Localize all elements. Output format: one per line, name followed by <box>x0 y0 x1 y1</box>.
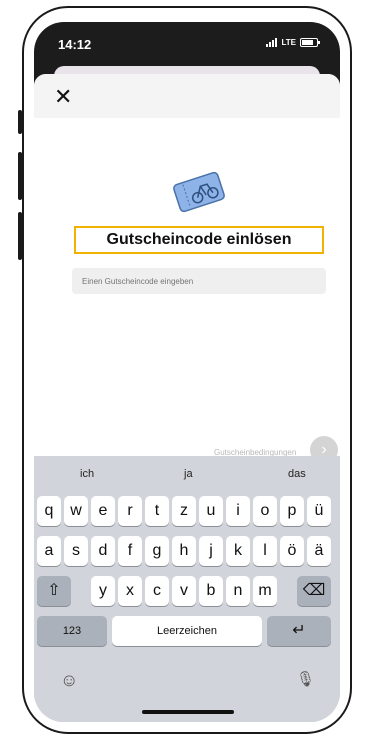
key-a[interactable]: a <box>37 536 61 566</box>
home-indicator[interactable] <box>142 710 234 714</box>
backspace-key[interactable]: ⌫ <box>297 576 331 606</box>
status-time: 14:12 <box>58 37 92 52</box>
signal-icon <box>266 38 278 47</box>
suggestion-item[interactable]: ja <box>184 468 193 480</box>
key-f[interactable]: f <box>118 536 142 566</box>
key-e[interactable]: e <box>91 496 115 526</box>
key-v[interactable]: v <box>172 576 196 606</box>
status-bar: 14:12 LTE <box>34 22 340 68</box>
key-o[interactable]: o <box>253 496 277 526</box>
volume-down-button <box>18 212 22 260</box>
key-y[interactable]: y <box>91 576 115 606</box>
key-j[interactable]: j <box>199 536 223 566</box>
voucher-code-input[interactable] <box>72 268 326 294</box>
key-w[interactable]: w <box>64 496 88 526</box>
key-q[interactable]: q <box>37 496 61 526</box>
suggestion-item[interactable]: das <box>288 468 306 480</box>
close-button[interactable]: ✕ <box>54 84 72 110</box>
key-t[interactable]: t <box>145 496 169 526</box>
keyboard: ich ja das q w e r t z u i o p ü a s d f… <box>34 456 340 722</box>
key-b[interactable]: b <box>199 576 223 606</box>
modal-header <box>34 74 340 118</box>
mute-switch <box>18 110 22 134</box>
bike-ticket-icon <box>173 171 225 213</box>
key-g[interactable]: g <box>145 536 169 566</box>
key-l[interactable]: l <box>253 536 277 566</box>
shift-key[interactable]: ⇧ <box>37 576 71 606</box>
microphone-icon[interactable]: 🎙 <box>296 670 315 688</box>
numbers-key[interactable]: 123 <box>37 616 107 646</box>
key-r[interactable]: r <box>118 496 142 526</box>
key-u[interactable]: u <box>199 496 223 526</box>
key-c[interactable]: c <box>145 576 169 606</box>
network-label: LTE <box>281 38 296 47</box>
key-s[interactable]: s <box>64 536 88 566</box>
page-title: Gutscheincode einlösen <box>74 226 324 254</box>
key-k[interactable]: k <box>226 536 250 566</box>
key-oe[interactable]: ö <box>280 536 304 566</box>
return-key[interactable]: ↵ <box>267 616 331 646</box>
key-ae[interactable]: ä <box>307 536 331 566</box>
space-key[interactable]: Leerzeichen <box>112 616 262 646</box>
emoji-icon[interactable]: ☺ <box>60 670 78 691</box>
volume-up-button <box>18 152 22 200</box>
suggestion-item[interactable]: ich <box>80 468 94 480</box>
key-x[interactable]: x <box>118 576 142 606</box>
key-h[interactable]: h <box>172 536 196 566</box>
battery-icon <box>300 38 320 47</box>
key-i[interactable]: i <box>226 496 250 526</box>
key-ue[interactable]: ü <box>307 496 331 526</box>
key-n[interactable]: n <box>226 576 250 606</box>
phone-screen: 14:12 LTE ✕ Gutscheincode einlösen Gutsc… <box>34 22 340 722</box>
key-p[interactable]: p <box>280 496 304 526</box>
key-z[interactable]: z <box>172 496 196 526</box>
suggestion-bar: ich ja das <box>34 456 340 490</box>
key-m[interactable]: m <box>253 576 277 606</box>
key-d[interactable]: d <box>91 536 115 566</box>
